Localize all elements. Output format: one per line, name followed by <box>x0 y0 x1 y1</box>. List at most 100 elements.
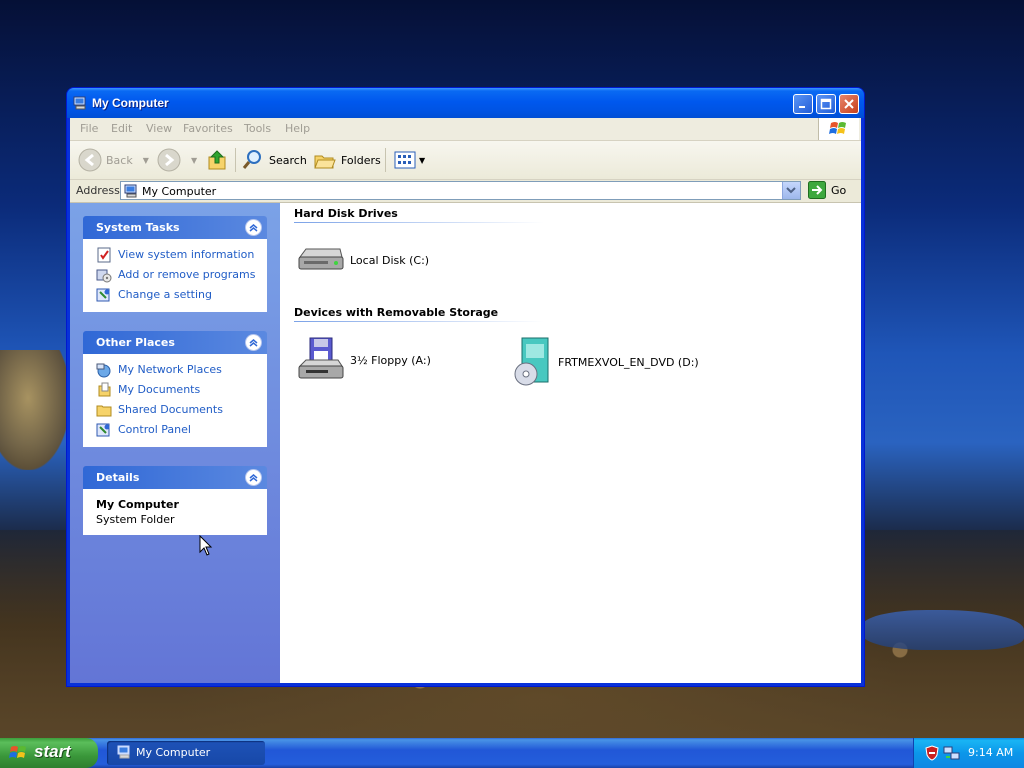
chevron-down-icon <box>786 187 796 194</box>
menu-file[interactable]: File <box>80 122 98 135</box>
menu-tools[interactable]: Tools <box>244 122 271 135</box>
drive-dvd-d[interactable]: FRTMEXVOL_EN_DVD (D:) <box>512 336 699 388</box>
window-title: My Computer <box>92 96 169 110</box>
place-my-documents[interactable]: My Documents <box>84 380 266 400</box>
other-places-header[interactable]: Other Places <box>83 331 267 354</box>
place-shared-documents[interactable]: Shared Documents <box>84 400 266 420</box>
windows-logo <box>818 118 859 140</box>
other-places-panel: Other Places My Network Places My Docume… <box>83 331 267 447</box>
task-change-a-setting[interactable]: Change a setting <box>84 285 266 305</box>
desktop-water <box>862 610 1024 650</box>
collapse-chevron-icon[interactable] <box>246 470 261 485</box>
menu-edit[interactable]: Edit <box>111 122 132 135</box>
menu-bar: File Edit View Favorites Tools Help <box>70 118 861 141</box>
address-bar: Address My Computer Go <box>70 180 861 203</box>
task-pane: System Tasks View system information Add… <box>70 203 280 683</box>
views-icon <box>394 151 416 169</box>
address-dropdown-button[interactable] <box>782 182 800 199</box>
close-icon <box>844 99 854 109</box>
system-info-icon <box>97 247 111 263</box>
content-area: System Tasks View system information Add… <box>70 203 861 683</box>
details-name: My Computer <box>96 498 179 511</box>
back-arrow-icon <box>78 148 102 172</box>
dvd-drive-icon <box>514 337 549 386</box>
address-label: Address <box>76 184 120 197</box>
system-tasks-body: View system information Add or remove pr… <box>83 239 267 312</box>
forward-arrow-icon <box>157 148 181 172</box>
close-button[interactable] <box>839 94 859 114</box>
place-control-panel[interactable]: Control Panel <box>84 420 266 440</box>
system-tasks-header[interactable]: System Tasks <box>83 216 267 239</box>
security-shield-icon[interactable] <box>924 745 940 761</box>
menu-view[interactable]: View <box>146 122 172 135</box>
toolbar-separator <box>235 148 236 172</box>
search-icon <box>242 150 261 169</box>
details-type: System Folder <box>96 513 175 526</box>
add-remove-programs-icon <box>96 269 112 283</box>
details-header[interactable]: Details <box>83 466 267 489</box>
mouse-pointer-icon <box>199 535 213 556</box>
forward-button[interactable]: ▼ <box>157 147 197 173</box>
go-button[interactable]: Go <box>808 181 846 199</box>
clock: 9:14 AM <box>968 746 1014 759</box>
search-button[interactable]: Search <box>241 147 307 173</box>
hard-disk-icon <box>298 248 344 270</box>
system-tray: 9:14 AM <box>913 738 1024 768</box>
start-button[interactable]: start <box>0 738 98 768</box>
views-button[interactable]: ▼ <box>393 147 425 173</box>
details-body: My Computer System Folder <box>83 489 267 535</box>
details-panel: Details My Computer System Folder <box>83 466 267 535</box>
go-arrow-icon <box>808 181 826 199</box>
views-dropdown-icon[interactable]: ▼ <box>419 156 425 165</box>
desktop-tree <box>0 350 70 470</box>
menu-favorites[interactable]: Favorites <box>183 122 233 135</box>
back-button[interactable]: Back ▼ <box>78 147 149 173</box>
drive-floppy-a[interactable]: 3½ Floppy (A:) <box>296 336 431 384</box>
taskbar-button-my-computer[interactable]: My Computer <box>107 741 265 765</box>
my-documents-icon <box>98 382 111 397</box>
network-places-icon <box>96 363 111 378</box>
back-dropdown-icon[interactable]: ▼ <box>143 156 149 165</box>
other-places-body: My Network Places My Documents Shared Do… <box>83 354 267 447</box>
group-divider <box>294 222 544 223</box>
forward-dropdown-icon[interactable]: ▼ <box>191 156 197 165</box>
folders-icon <box>314 155 336 169</box>
place-my-network-places[interactable]: My Network Places <box>84 360 266 380</box>
group-hard-disk-drives: Hard Disk Drives <box>294 207 398 220</box>
my-computer-icon <box>117 745 130 759</box>
window-client: File Edit View Favorites Tools Help Back… <box>70 118 861 683</box>
menu-help[interactable]: Help <box>285 122 310 135</box>
taskbar: start My Computer 9:14 AM <box>0 738 1024 768</box>
group-removable-storage: Devices with Removable Storage <box>294 306 499 319</box>
maximize-button[interactable] <box>816 94 836 114</box>
up-folder-button[interactable] <box>207 147 229 173</box>
control-panel-icon <box>96 423 110 437</box>
minimize-icon <box>799 106 805 108</box>
collapse-chevron-icon[interactable] <box>246 335 261 350</box>
folders-button[interactable]: Folders <box>313 147 381 173</box>
address-value: My Computer <box>142 185 217 198</box>
up-folder-icon <box>208 150 226 170</box>
address-field[interactable]: My Computer <box>120 181 801 200</box>
control-panel-icon <box>96 288 110 302</box>
group-divider <box>294 321 544 322</box>
my-computer-window: My Computer File Edit View Favorites Too… <box>67 88 864 686</box>
windows-flag-icon <box>829 122 846 134</box>
title-bar[interactable]: My Computer <box>67 88 864 118</box>
toolbar-separator <box>385 148 386 172</box>
collapse-chevron-icon[interactable] <box>246 220 261 235</box>
task-view-system-information[interactable]: View system information <box>84 245 266 265</box>
standard-toolbar: Back ▼ ▼ Search Folders ▼ <box>70 141 861 180</box>
network-connection-icon[interactable] <box>943 745 961 761</box>
my-computer-icon <box>73 96 86 110</box>
file-list: Hard Disk Drives Local Disk (C:) Devices… <box>280 203 861 683</box>
system-tasks-panel: System Tasks View system information Add… <box>83 216 267 312</box>
my-computer-icon <box>124 184 137 198</box>
windows-flag-icon <box>9 746 26 758</box>
shared-folder-icon <box>96 405 112 417</box>
maximize-icon <box>820 98 832 110</box>
drive-local-disk-c[interactable]: Local Disk (C:) <box>296 243 429 277</box>
task-add-remove-programs[interactable]: Add or remove programs <box>84 265 266 285</box>
minimize-button[interactable] <box>793 94 813 114</box>
floppy-drive-icon <box>298 337 344 379</box>
